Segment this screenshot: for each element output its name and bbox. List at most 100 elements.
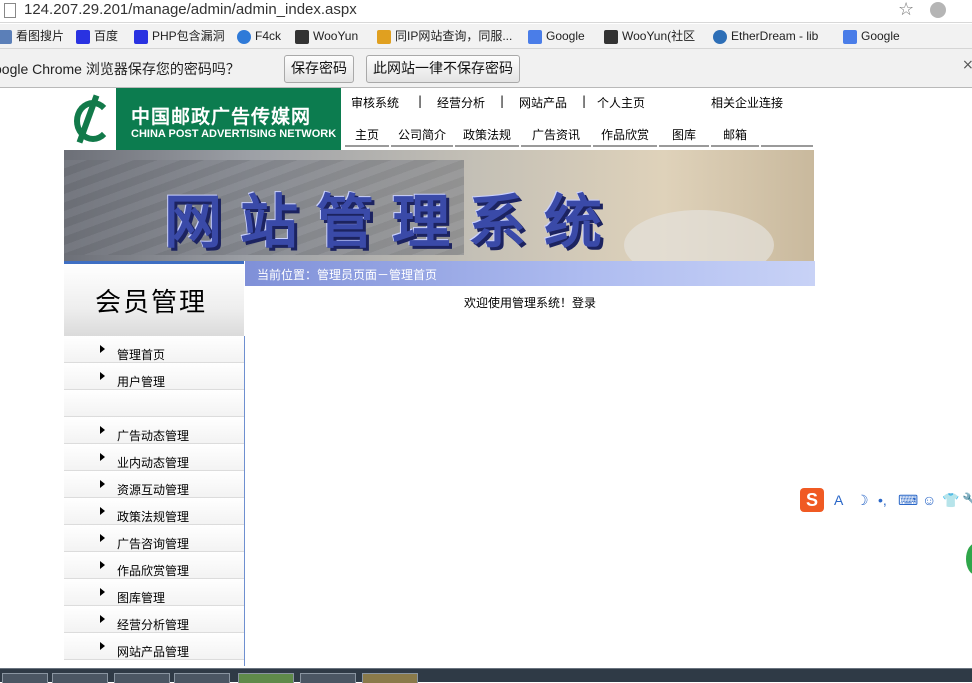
welcome-text: 欢迎使用管理系统！登录 xyxy=(464,296,597,310)
bookmark-item[interactable]: Google xyxy=(843,27,900,45)
nav-tab-news[interactable]: 广告资讯 xyxy=(521,125,593,147)
taskbar-button[interactable] xyxy=(300,673,356,683)
taskbar-button[interactable] xyxy=(238,673,294,683)
wrench-icon[interactable]: 🔧 xyxy=(962,492,972,509)
china-post-logo-icon xyxy=(64,88,116,150)
bookmark-label: WooYun(社区 xyxy=(622,29,696,43)
ime-letter-icon[interactable]: A xyxy=(834,492,843,508)
arrow-right-icon xyxy=(100,480,105,488)
sidebar-title: 会员管理 xyxy=(95,288,208,318)
nav-tab-gallery[interactable]: 图库 xyxy=(659,125,711,147)
banner: 网站管理系统 xyxy=(64,150,814,261)
site-query-icon xyxy=(377,29,391,44)
sidebar-item-products[interactable]: 网站产品管理 xyxy=(64,633,244,660)
sidebar-item-analysis[interactable]: 经营分析管理 xyxy=(64,606,244,633)
bookmark-item[interactable]: 百度 xyxy=(76,27,118,45)
arrow-right-icon xyxy=(100,642,105,650)
skin-icon[interactable]: 👕 xyxy=(942,492,959,509)
sidebar-item-label: 网站产品管理 xyxy=(117,645,190,659)
top-links: 审核系统 | 经营分析 | 网站产品 | 个人主页 相关企业连接 xyxy=(345,94,815,112)
nav-tab-policy[interactable]: 政策法规 xyxy=(455,125,521,147)
bookmark-item[interactable]: Google xyxy=(528,27,585,45)
arrow-right-icon xyxy=(100,453,105,461)
bookmark-item[interactable]: 看图搜片 xyxy=(0,27,64,45)
close-icon[interactable]: × xyxy=(962,57,972,73)
nav-tab-empty xyxy=(761,125,815,147)
sidebar-item-resource[interactable]: 资源互动管理 xyxy=(64,471,244,498)
ether-icon xyxy=(713,29,727,44)
top-link-separator: | xyxy=(500,94,505,108)
ime-toolbar[interactable]: S A ☽ •, ⌨ ☺ 👕 🔧 xyxy=(800,488,972,514)
refresh-icon xyxy=(237,29,251,44)
arrow-right-icon xyxy=(100,588,105,596)
punctuation-icon[interactable]: •, xyxy=(878,492,887,508)
arrow-right-icon xyxy=(100,534,105,542)
top-link-homepage[interactable]: 个人主页 xyxy=(597,94,645,111)
never-save-password-button[interactable]: 此网站一律不保存密码 xyxy=(366,55,520,83)
keyboard-icon[interactable]: ⌨ xyxy=(898,492,918,509)
google-icon xyxy=(843,29,857,44)
bookmarks-bar: 看图搜片 百度 PHP包含漏洞 F4ck WooYun 同IP网站查询，同服..… xyxy=(0,24,972,49)
top-link-audit[interactable]: 审核系统 xyxy=(351,94,399,111)
sidebar-item-label: 经营分析管理 xyxy=(117,618,190,632)
save-password-button[interactable]: 保存密码 xyxy=(284,55,354,83)
bookmark-item[interactable]: F4ck xyxy=(237,27,281,45)
bookmark-item[interactable]: EtherDream - lib xyxy=(713,27,818,45)
nav-tab-mail[interactable]: 邮箱 xyxy=(711,125,761,147)
breadcrumb: 当前位置：管理员页面－管理首页 xyxy=(245,261,815,286)
bookmark-item[interactable]: WooYun(社区 xyxy=(604,27,695,45)
baidu-paw-icon xyxy=(76,29,90,44)
sidebar-item-label: 资源互动管理 xyxy=(117,483,190,497)
nav-tab-works[interactable]: 作品欣赏 xyxy=(593,125,659,147)
address-bar[interactable]: 124.207.29.201/manage/admin/admin_index.… xyxy=(0,0,972,23)
globe-icon[interactable] xyxy=(930,2,946,18)
sogou-logo-icon[interactable]: S xyxy=(800,488,824,512)
sidebar-item-industry-news[interactable]: 业内动态管理 xyxy=(64,444,244,471)
logo-chinese-text: 中国邮政广告传媒网 xyxy=(131,106,312,128)
sidebar-item-gallery[interactable]: 图库管理 xyxy=(64,579,244,606)
nav-tab-about[interactable]: 公司简介 xyxy=(391,125,455,147)
bookmark-label: 百度 xyxy=(94,29,119,43)
top-link-separator: | xyxy=(582,94,587,108)
sidebar-item-ad-consult[interactable]: 广告咨询管理 xyxy=(64,525,244,552)
bookmark-star-icon[interactable]: ☆ xyxy=(898,0,914,20)
sidebar-item-label: 图库管理 xyxy=(117,591,166,605)
sidebar-menu: 管理首页 用户管理 广告动态管理 业内动态管理 资源互动管理 政策法规管理 广告… xyxy=(64,336,245,666)
taskbar-button[interactable] xyxy=(52,673,108,683)
sidebar-item-user-management[interactable]: 用户管理 xyxy=(64,363,244,390)
banner-title: 网站管理系统 xyxy=(164,188,621,256)
url-text[interactable]: 124.207.29.201/manage/admin/admin_index.… xyxy=(24,0,357,20)
taskbar-button[interactable] xyxy=(2,673,48,683)
arrow-right-icon xyxy=(100,615,105,623)
user-icon[interactable]: ☺ xyxy=(922,492,936,508)
floating-widget-icon[interactable] xyxy=(966,543,972,575)
moon-icon[interactable]: ☽ xyxy=(856,492,869,509)
sidebar-item-policy[interactable]: 政策法规管理 xyxy=(64,498,244,525)
nav-tab-home[interactable]: 主页 xyxy=(345,125,391,147)
arrow-right-icon xyxy=(100,507,105,515)
top-link-products[interactable]: 网站产品 xyxy=(519,94,567,111)
sidebar-item-works[interactable]: 作品欣赏管理 xyxy=(64,552,244,579)
wooyun-icon xyxy=(295,29,309,44)
bookmark-item[interactable]: WooYun xyxy=(295,27,358,45)
sidebar-item-label: 广告动态管理 xyxy=(117,429,190,443)
sidebar-item-ad-news[interactable]: 广告动态管理 xyxy=(64,417,244,444)
sidebar-item-label: 作品欣赏管理 xyxy=(117,564,190,578)
bookmark-label: WooYun xyxy=(313,29,359,43)
bookmark-item[interactable]: PHP包含漏洞 xyxy=(134,27,225,45)
top-link-analysis[interactable]: 经营分析 xyxy=(437,94,485,111)
arrow-right-icon xyxy=(100,426,105,434)
taskbar-button[interactable] xyxy=(114,673,170,683)
site-logo[interactable]: 中国邮政广告传媒网 CHINA POST ADVERTISING NETWORK xyxy=(64,88,341,150)
sidebar-item-label: 广告咨询管理 xyxy=(117,537,190,551)
bookmark-label: F4ck xyxy=(255,29,282,43)
taskbar-button[interactable] xyxy=(174,673,230,683)
arrow-right-icon xyxy=(100,345,105,353)
breadcrumb-text: 当前位置：管理员页面－管理首页 xyxy=(257,268,438,282)
taskbar xyxy=(0,668,972,683)
bookmark-item[interactable]: 同IP网站查询，同服... xyxy=(377,27,512,45)
sidebar-item-admin-home[interactable]: 管理首页 xyxy=(64,336,244,363)
bookmark-label: Google xyxy=(861,29,900,43)
top-link-related[interactable]: 相关企业连接 xyxy=(711,94,783,111)
taskbar-button[interactable] xyxy=(362,673,418,683)
